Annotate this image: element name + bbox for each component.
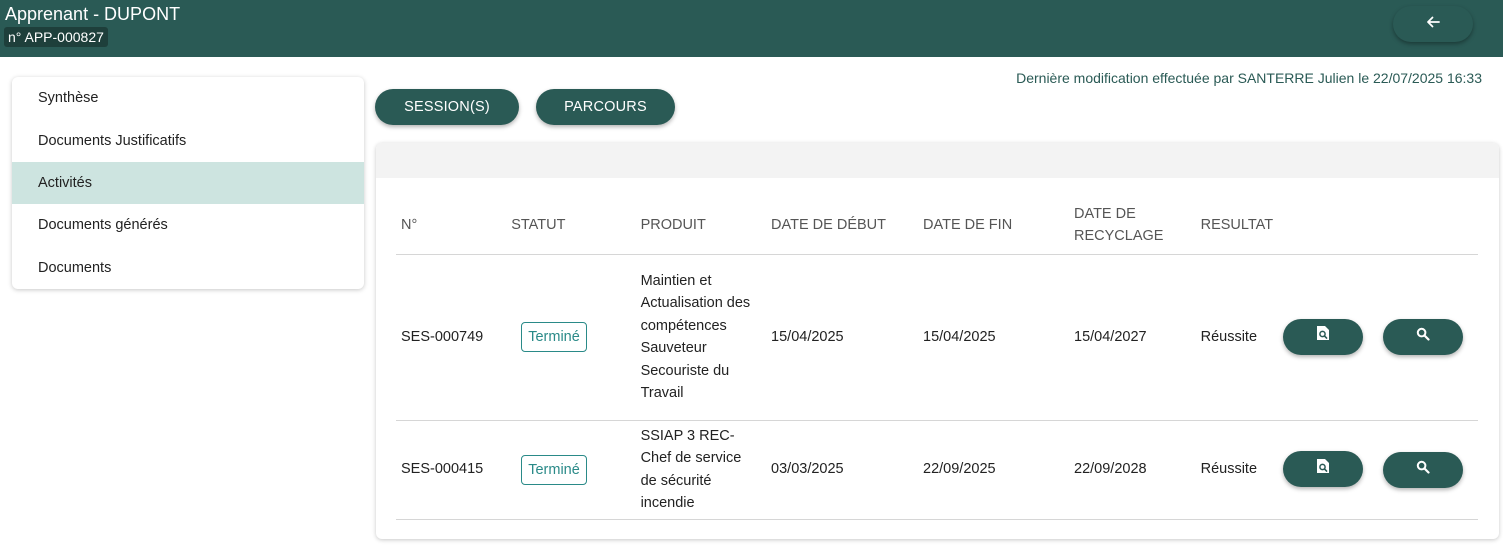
card-toolbar — [376, 143, 1499, 178]
column-header-resultat: RESULTAT — [1195, 197, 1279, 255]
preview-document-button[interactable] — [1283, 318, 1364, 355]
arrow-left-icon — [1425, 14, 1441, 35]
cell-statut: Terminé — [506, 420, 636, 520]
sessions-table: N° STATUT PRODUIT DATE DE DÉBUT DATE DE … — [396, 197, 1478, 520]
preview-document-button[interactable] — [1283, 451, 1364, 488]
table-header-row: N° STATUT PRODUIT DATE DE DÉBUT DATE DE … — [396, 197, 1478, 255]
cell-resultat: Réussite — [1195, 420, 1279, 520]
table-row: SES-000415 Terminé SSIAP 3 REC-Chef de s… — [396, 420, 1478, 520]
cell-num: SES-000749 — [396, 254, 507, 421]
page-title: Apprenant - DUPONT — [5, 4, 181, 24]
last-modification-info: Dernière modification effectuée par SANT… — [1016, 70, 1482, 86]
cell-actions — [1278, 420, 1478, 520]
parcours-tab-button[interactable]: PARCOURS — [536, 89, 675, 125]
status-badge: Terminé — [521, 322, 587, 352]
column-header-produit: PRODUIT — [635, 197, 767, 255]
cell-date-fin: 15/04/2025 — [918, 254, 1069, 421]
sidebar-item-documents-justificatifs[interactable]: Documents Justificatifs — [12, 119, 364, 161]
cell-actions — [1278, 254, 1478, 421]
cell-produit: Maintien et Actualisation des compétence… — [635, 254, 767, 421]
cell-statut: Terminé — [506, 254, 636, 421]
column-header-date-debut: DATE DE DÉBUT — [766, 197, 919, 255]
sidebar-item-activites[interactable]: Activités — [12, 161, 364, 205]
column-header-date-recyclage: DATE DE RECYCLAGE — [1069, 197, 1196, 255]
column-header-actions — [1278, 197, 1478, 255]
sidebar-item-synthese[interactable]: Synthèse — [12, 77, 364, 119]
cell-num: SES-000415 — [396, 420, 507, 520]
view-details-button[interactable] — [1383, 319, 1464, 356]
search-icon — [1416, 459, 1430, 482]
sidebar-item-documents-generes[interactable]: Documents générés — [12, 204, 364, 246]
cell-date-recyclage: 15/04/2027 — [1069, 254, 1196, 421]
search-icon — [1416, 326, 1430, 349]
app-header: Apprenant - DUPONT n° APP-000827 — [0, 0, 1503, 57]
view-details-button[interactable] — [1383, 451, 1464, 488]
cell-resultat: Réussite — [1195, 254, 1279, 421]
column-header-statut: STATUT — [506, 197, 636, 255]
learner-reference: n° APP-000827 — [4, 27, 108, 47]
column-header-date-fin: DATE DE FIN — [918, 197, 1069, 255]
sidebar-nav: Synthèse Documents Justificatifs Activit… — [12, 77, 364, 289]
sidebar-item-documents[interactable]: Documents — [12, 247, 364, 289]
column-header-num: N° — [396, 197, 507, 255]
cell-date-debut: 03/03/2025 — [766, 420, 919, 520]
document-search-icon — [1316, 325, 1330, 349]
sessions-card: N° STATUT PRODUIT DATE DE DÉBUT DATE DE … — [376, 143, 1499, 539]
table-row: SES-000749 Terminé Maintien et Actualisa… — [396, 254, 1478, 421]
document-search-icon — [1316, 458, 1330, 482]
back-button[interactable] — [1393, 6, 1473, 42]
cell-date-recyclage: 22/09/2028 — [1069, 420, 1196, 520]
status-badge: Terminé — [521, 454, 587, 485]
cell-date-fin: 22/09/2025 — [918, 420, 1069, 520]
sessions-tab-button[interactable]: SESSION(S) — [375, 89, 519, 125]
cell-produit: SSIAP 3 REC-Chef de service de sécurité … — [635, 420, 767, 520]
cell-date-debut: 15/04/2025 — [766, 254, 919, 421]
